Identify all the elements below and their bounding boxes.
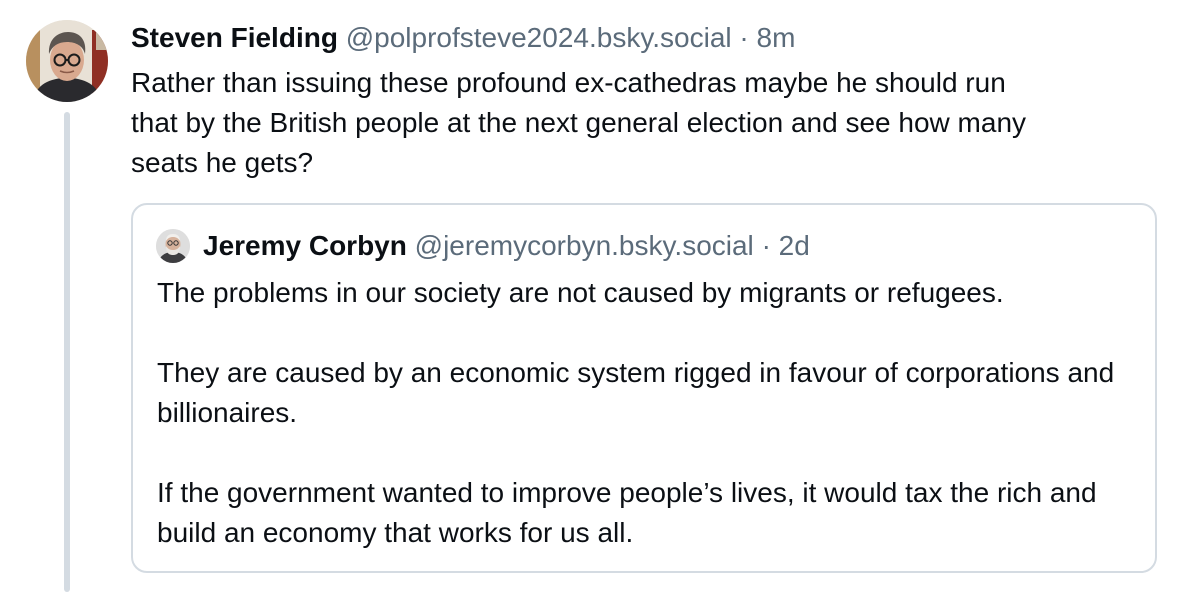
quoted-post-card[interactable]: Jeremy Corbyn @jeremycorbyn.bsky.social … (131, 203, 1157, 573)
post-header: Steven Fielding @polprofsteve2024.bsky.s… (131, 20, 795, 56)
post-text: Rather than issuing these profound ex-ca… (131, 67, 1027, 178)
quoted-paragraph: If the government wanted to improve peop… (157, 477, 1097, 548)
quoted-author-avatar (156, 229, 190, 263)
post-timestamp[interactable]: 8m (757, 22, 796, 53)
bearded-man-avatar-icon (156, 229, 190, 263)
author-handle[interactable]: @polprofsteve2024.bsky.social (346, 22, 732, 53)
quoted-post-timestamp[interactable]: 2d (779, 230, 810, 261)
quoted-post-header: Jeremy Corbyn @jeremycorbyn.bsky.social … (203, 228, 810, 264)
quoted-author-handle[interactable]: @jeremycorbyn.bsky.social (415, 230, 754, 261)
quoted-header-separator: · (761, 230, 771, 261)
thread-line (64, 112, 70, 592)
quoted-paragraph: They are caused by an economic system ri… (157, 357, 1115, 428)
quoted-author-name[interactable]: Jeremy Corbyn (203, 230, 407, 261)
quoted-paragraph: The problems in our society are not caus… (157, 277, 1004, 308)
quoted-post-text: The problems in our society are not caus… (157, 273, 1137, 553)
header-separator: · (739, 22, 749, 53)
author-name[interactable]: Steven Fielding (131, 22, 338, 53)
person-with-glasses-avatar-icon (26, 20, 108, 102)
author-avatar[interactable] (26, 20, 108, 102)
